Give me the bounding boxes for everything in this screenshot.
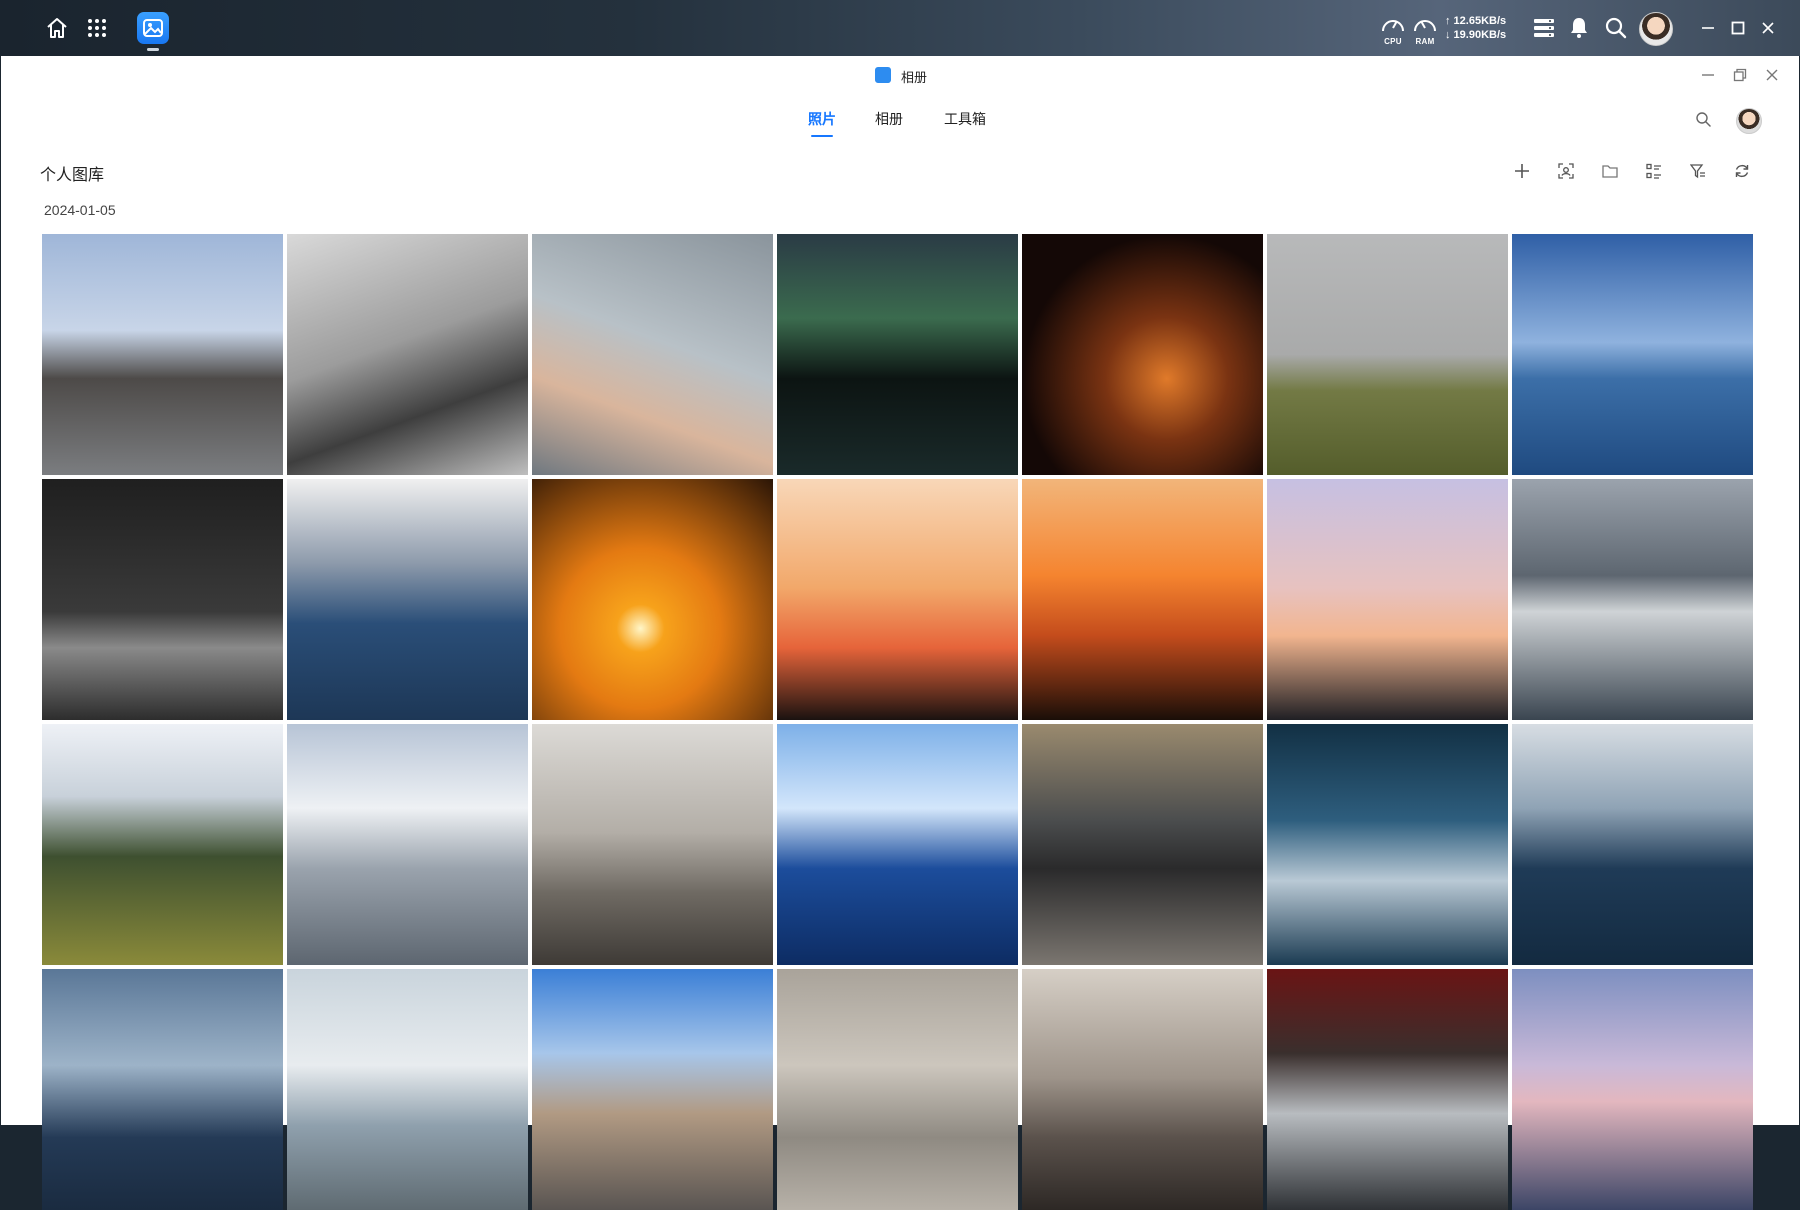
window-titlebar[interactable]: 相册 xyxy=(1,56,1799,94)
minimize-desktop-icon[interactable] xyxy=(1694,14,1722,42)
user-avatar[interactable] xyxy=(1639,12,1673,46)
minimize-icon[interactable] xyxy=(1699,66,1717,84)
ram-gauge[interactable]: RAM xyxy=(1412,14,1438,46)
add-icon[interactable] xyxy=(1513,162,1531,180)
album-app-icon xyxy=(875,67,891,83)
photo-thumbnail-pink-dusk-bridge[interactable] xyxy=(1512,969,1753,1210)
upload-speed: ↑ 12.65KB/s xyxy=(1445,15,1507,27)
maximize-desktop-icon[interactable] xyxy=(1724,14,1752,42)
tab-photos[interactable]: 照片 xyxy=(808,109,836,129)
filter-icon[interactable] xyxy=(1689,162,1707,180)
tab-toolbox[interactable]: 工具箱 xyxy=(944,109,986,129)
photo-thumbnail-mosque-sky[interactable] xyxy=(42,234,283,475)
photo-thumbnail-umbrella-crowd[interactable] xyxy=(1022,969,1263,1210)
photo-thumbnail-snowy-car[interactable] xyxy=(1267,969,1508,1210)
tab-bar: 照片 相册 工具箱 xyxy=(1,109,1799,139)
photo-thumbnail-airplane-seats-screen[interactable] xyxy=(1267,724,1508,965)
photos-app-window: 相册 照片 相册 工具箱 个人图库 2024-01-05 xyxy=(1,56,1799,1210)
photo-thumbnail-hand-flower[interactable] xyxy=(532,234,773,475)
photo-thumbnail-man-in-suit[interactable] xyxy=(287,234,528,475)
photo-thumbnail-candles[interactable] xyxy=(1022,234,1263,475)
photo-thumbnail-blue-cap-man[interactable] xyxy=(777,724,1018,965)
photo-thumbnail-boathouse[interactable] xyxy=(1512,234,1753,475)
restore-icon[interactable] xyxy=(1731,66,1749,84)
library-title: 个人图库 xyxy=(40,167,105,184)
folder-icon[interactable] xyxy=(1601,162,1619,180)
ram-label: RAM xyxy=(1415,37,1435,46)
home-icon[interactable] xyxy=(43,14,71,42)
photo-thumbnail-arc-triomphe[interactable] xyxy=(1512,479,1753,720)
photo-thumbnail-airplane-cabin[interactable] xyxy=(1512,724,1753,965)
photo-thumbnail-neon-sign[interactable] xyxy=(42,479,283,720)
photo-thumbnail-sunset-pair[interactable] xyxy=(1022,479,1263,720)
window-title: 相册 xyxy=(901,70,928,85)
photo-thumbnail-scooter-street[interactable] xyxy=(1022,724,1263,965)
tab-albums[interactable]: 相册 xyxy=(875,109,903,129)
photo-app-icon[interactable] xyxy=(137,12,169,44)
photo-thumbnail-wave-building[interactable] xyxy=(287,479,528,720)
close-icon[interactable] xyxy=(1763,66,1781,84)
refresh-icon[interactable] xyxy=(1733,162,1751,180)
download-speed: ↓ 19.90KB/s xyxy=(1445,29,1507,41)
desktop-taskbar: CPU RAM ↑ 12.65KB/s ↓ 19.90KB/s xyxy=(0,0,1800,56)
photo-grid xyxy=(42,234,1753,1210)
active-app-indicator xyxy=(147,48,159,51)
photo-thumbnail-baroque-facade[interactable] xyxy=(532,724,773,965)
cpu-gauge[interactable]: CPU xyxy=(1380,14,1406,46)
photo-thumbnail-dog-person-sunset[interactable] xyxy=(777,479,1018,720)
photo-thumbnail-grass-cliff[interactable] xyxy=(1267,234,1508,475)
window-user-avatar[interactable] xyxy=(1736,108,1762,134)
active-tab-underline xyxy=(811,135,833,137)
photo-thumbnail-airplane-window-seats[interactable] xyxy=(42,969,283,1210)
bell-icon[interactable] xyxy=(1565,14,1593,42)
photo-thumbnail-city-street[interactable] xyxy=(532,969,773,1210)
photo-thumbnail-eucalyptus[interactable] xyxy=(42,724,283,965)
photo-thumbnail-stone-wall[interactable] xyxy=(777,969,1018,1210)
date-group-label: 2024-01-05 xyxy=(44,202,116,218)
photo-thumbnail-aurora-lake[interactable] xyxy=(777,234,1018,475)
photo-thumbnail-snowy-pines[interactable] xyxy=(287,724,528,965)
photo-search-icon[interactable] xyxy=(1695,111,1711,127)
search-icon[interactable] xyxy=(1602,14,1630,42)
network-speed[interactable]: ↑ 12.65KB/s ↓ 19.90KB/s xyxy=(1445,14,1506,42)
photo-thumbnail-sunset-tree[interactable] xyxy=(532,479,773,720)
close-desktop-icon[interactable] xyxy=(1754,14,1782,42)
widgets-icon[interactable] xyxy=(1530,14,1558,42)
list-view-icon[interactable] xyxy=(1645,162,1663,180)
photo-thumbnail-air-transat-plane[interactable] xyxy=(287,969,528,1210)
cpu-label: CPU xyxy=(1384,37,1402,46)
photo-thumbnail-silhouette-pastel[interactable] xyxy=(1267,479,1508,720)
face-scan-icon[interactable] xyxy=(1557,162,1575,180)
apps-grid-icon[interactable] xyxy=(83,14,111,42)
